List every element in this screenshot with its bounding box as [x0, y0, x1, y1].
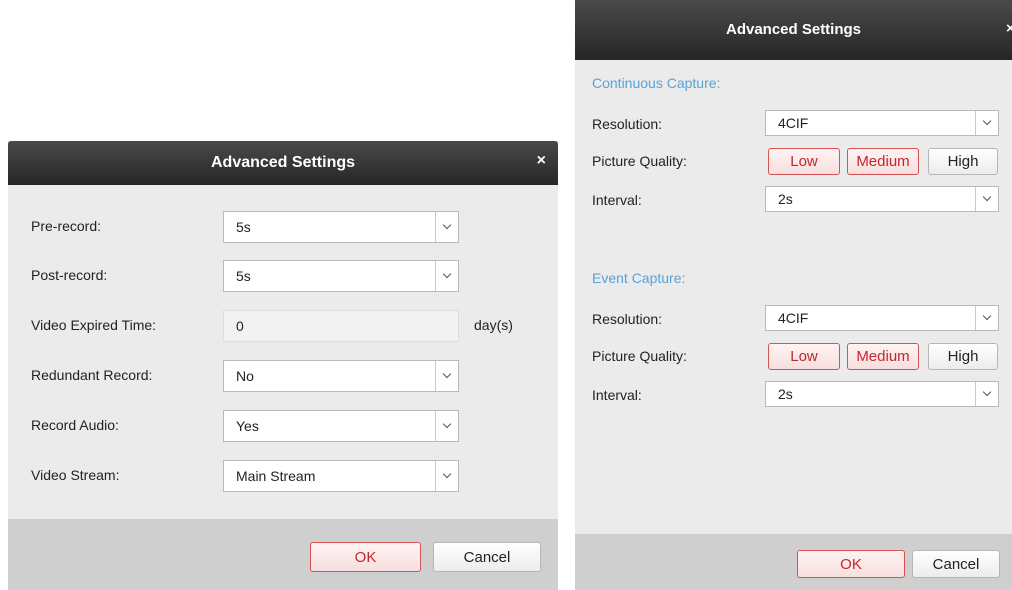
- event-interval-value: 2s: [778, 386, 793, 402]
- advanced-settings-dialog-capture: Advanced Settings × Continuous Capture: …: [575, 0, 1012, 590]
- video-stream-label: Video Stream:: [31, 467, 120, 483]
- cancel-button[interactable]: Cancel: [433, 542, 541, 572]
- dialog-titlebar[interactable]: Advanced Settings: [8, 141, 558, 185]
- quality-low-button[interactable]: Low: [768, 148, 840, 175]
- continuous-quality-label: Picture Quality:: [592, 153, 687, 169]
- post-record-value: 5s: [236, 268, 251, 284]
- redundant-record-label: Redundant Record:: [31, 367, 153, 383]
- quality-high-button[interactable]: High: [928, 343, 998, 370]
- quality-medium-button[interactable]: Medium: [847, 148, 919, 175]
- redundant-record-select[interactable]: No: [223, 360, 459, 392]
- event-resolution-label: Resolution:: [592, 311, 663, 327]
- continuous-interval-select[interactable]: 2s: [765, 186, 999, 212]
- event-quality-label: Picture Quality:: [592, 348, 687, 364]
- pre-record-select[interactable]: 5s: [223, 211, 459, 243]
- record-audio-label: Record Audio:: [31, 417, 119, 433]
- chevron-down-icon[interactable]: [435, 461, 458, 491]
- pre-record-value: 5s: [236, 219, 251, 235]
- cancel-button[interactable]: Cancel: [912, 550, 1000, 578]
- redundant-record-value: No: [236, 368, 254, 384]
- video-expired-time-input[interactable]: 0: [223, 310, 459, 342]
- continuous-interval-label: Interval:: [592, 192, 642, 208]
- chevron-down-icon[interactable]: [975, 187, 998, 211]
- chevron-down-icon[interactable]: [975, 111, 998, 135]
- record-audio-select[interactable]: Yes: [223, 410, 459, 442]
- video-stream-select[interactable]: Main Stream: [223, 460, 459, 492]
- event-interval-select[interactable]: 2s: [765, 381, 999, 407]
- quality-low-button[interactable]: Low: [768, 343, 840, 370]
- continuous-resolution-select[interactable]: 4CIF: [765, 110, 999, 136]
- close-icon[interactable]: ×: [1006, 20, 1012, 37]
- record-audio-value: Yes: [236, 418, 259, 434]
- post-record-label: Post-record:: [31, 267, 108, 283]
- advanced-settings-dialog-record: Advanced Settings × Pre-record: 5s Post-…: [8, 141, 558, 590]
- continuous-capture-heading: Continuous Capture:: [592, 75, 721, 91]
- ok-button[interactable]: OK: [797, 550, 905, 578]
- ok-button[interactable]: OK: [310, 542, 421, 572]
- chevron-down-icon[interactable]: [435, 261, 458, 291]
- chevron-down-icon[interactable]: [435, 411, 458, 441]
- days-unit-label: day(s): [474, 317, 513, 333]
- chevron-down-icon[interactable]: [435, 212, 458, 242]
- continuous-resolution-label: Resolution:: [592, 116, 663, 132]
- video-expired-time-value: 0: [236, 318, 244, 334]
- continuous-interval-value: 2s: [778, 191, 793, 207]
- chevron-down-icon[interactable]: [975, 306, 998, 330]
- video-stream-value: Main Stream: [236, 468, 316, 484]
- video-expired-time-label: Video Expired Time:: [31, 317, 157, 333]
- quality-high-button[interactable]: High: [928, 148, 998, 175]
- dialog-title: Advanced Settings: [210, 154, 356, 171]
- continuous-resolution-value: 4CIF: [778, 115, 809, 131]
- event-resolution-value: 4CIF: [778, 310, 809, 326]
- event-interval-label: Interval:: [592, 387, 642, 403]
- quality-medium-button[interactable]: Medium: [847, 343, 919, 370]
- event-capture-heading: Event Capture:: [592, 270, 686, 286]
- chevron-down-icon[interactable]: [435, 361, 458, 391]
- pre-record-label: Pre-record:: [31, 218, 102, 234]
- dialog-title: Advanced Settings: [725, 21, 862, 38]
- close-icon[interactable]: ×: [537, 152, 546, 170]
- post-record-select[interactable]: 5s: [223, 260, 459, 292]
- dialog-titlebar[interactable]: Advanced Settings: [575, 0, 1012, 60]
- chevron-down-icon[interactable]: [975, 382, 998, 406]
- event-resolution-select[interactable]: 4CIF: [765, 305, 999, 331]
